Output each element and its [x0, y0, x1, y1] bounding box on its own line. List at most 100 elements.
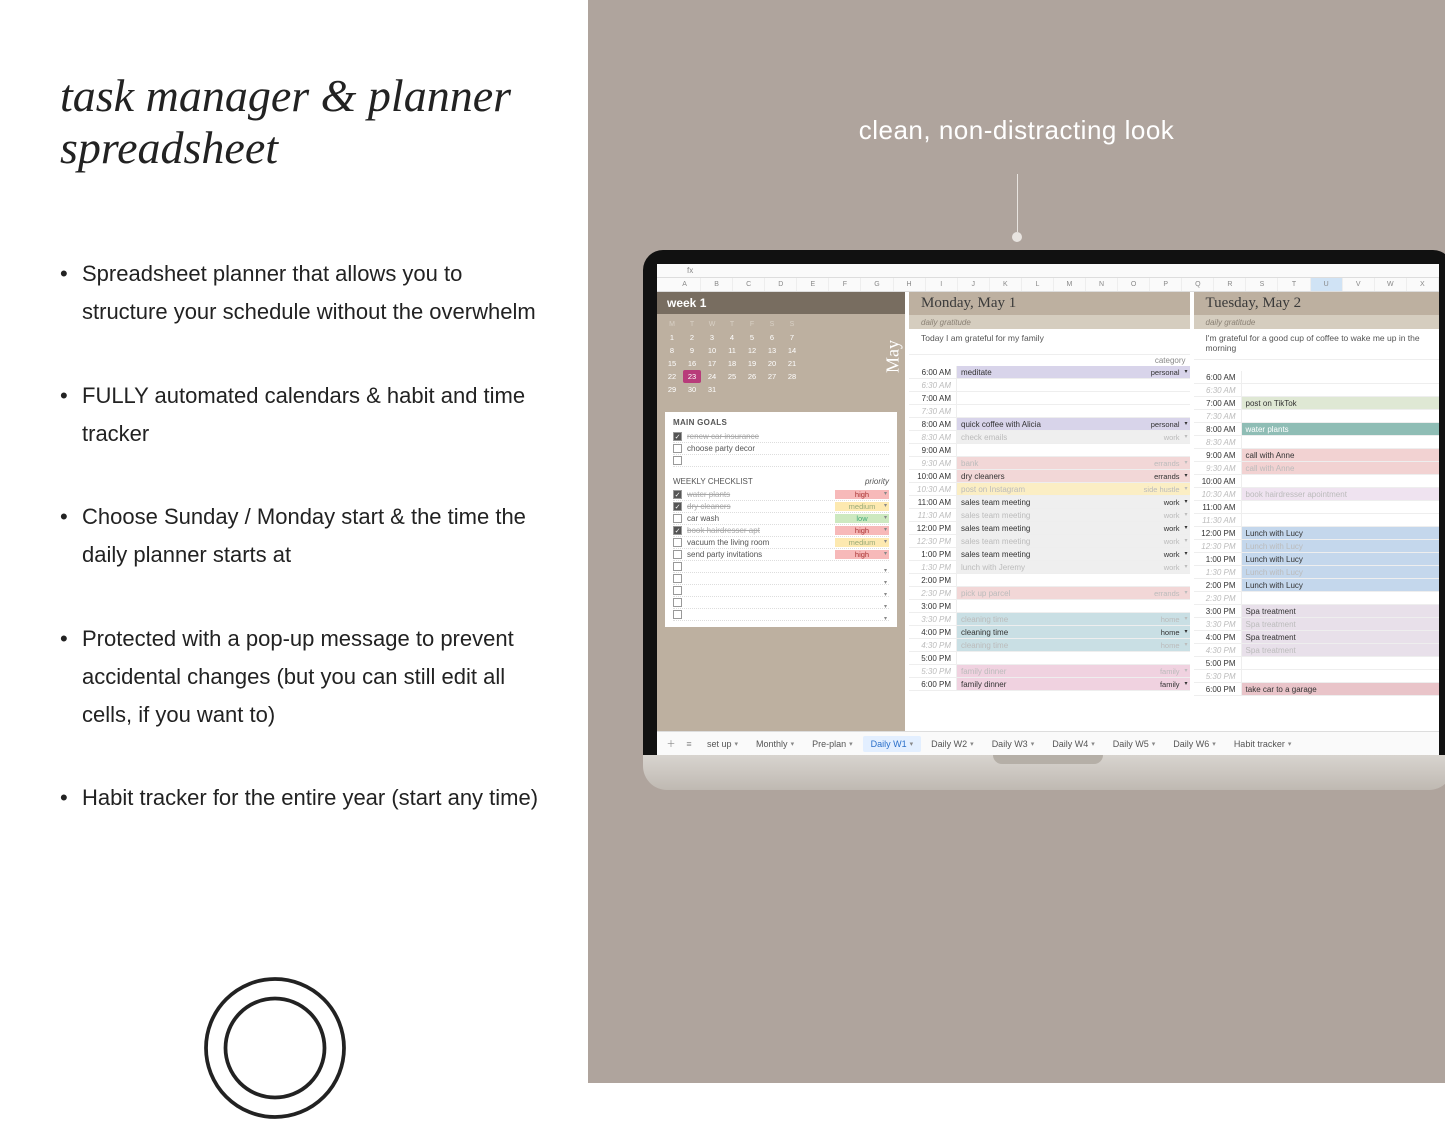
category-select[interactable]: personal	[1132, 366, 1190, 378]
column-header[interactable]: A	[669, 278, 701, 291]
schedule-row[interactable]: 8:00 AMwater plants	[1194, 423, 1439, 436]
schedule-row[interactable]: 11:00 AM	[1194, 501, 1439, 514]
checklist-row[interactable]: choose party decor	[673, 443, 889, 455]
sheet-tab[interactable]: Daily W2▾	[923, 736, 982, 752]
column-header[interactable]: T	[1278, 278, 1310, 291]
task-cell[interactable]: Lunch with Lucy	[1242, 527, 1439, 539]
schedule-row[interactable]: 9:00 AMcall with Anne	[1194, 449, 1439, 462]
schedule-row[interactable]: 1:00 PMsales team meetingwork	[909, 548, 1190, 561]
schedule-row[interactable]: 4:00 PMSpa treatment	[1194, 631, 1439, 644]
schedule-row[interactable]: 4:30 PMSpa treatment	[1194, 644, 1439, 657]
checklist-row[interactable]	[673, 561, 889, 573]
schedule-row[interactable]: 3:30 PMcleaning timehome	[909, 613, 1190, 626]
schedule-row[interactable]: 6:00 AM	[1194, 371, 1439, 384]
checkbox[interactable]	[673, 444, 682, 453]
checklist-row[interactable]: ✓book hairdresser apthigh	[673, 525, 889, 537]
task-cell[interactable]: call with Anne	[1242, 449, 1439, 461]
checklist-row[interactable]	[673, 597, 889, 609]
schedule-row[interactable]: 12:30 PMLunch with Lucy	[1194, 540, 1439, 553]
checklist-row[interactable]: ✓ renew car insurance	[673, 431, 889, 443]
priority-select[interactable]: low	[835, 514, 889, 523]
checkbox[interactable]: ✓	[673, 432, 682, 441]
task-cell[interactable]: Lunch with Lucy	[1242, 540, 1439, 552]
calendar-day[interactable]: 26	[743, 370, 761, 383]
checklist-text[interactable]: renew car insurance	[687, 432, 759, 441]
checklist-row[interactable]: ✓water plantshigh	[673, 489, 889, 501]
schedule-row[interactable]: 2:00 PM	[909, 574, 1190, 587]
calendar-day[interactable]: 19	[743, 357, 761, 370]
task-cell[interactable]: lunch with Jeremy	[957, 561, 1132, 573]
checkbox[interactable]	[673, 550, 682, 559]
task-cell[interactable]: cleaning time	[957, 626, 1132, 638]
checkbox[interactable]	[673, 598, 682, 607]
category-select[interactable]	[1132, 600, 1190, 612]
checklist-row[interactable]	[673, 585, 889, 597]
calendar-day[interactable]: 16	[683, 357, 701, 370]
column-header[interactable]: Q	[1182, 278, 1214, 291]
priority-select[interactable]: high	[835, 526, 889, 535]
column-header[interactable]: P	[1150, 278, 1182, 291]
calendar-day[interactable]: 3	[703, 331, 721, 344]
category-select[interactable]	[1132, 652, 1190, 664]
checkbox[interactable]: ✓	[673, 502, 682, 511]
checkbox[interactable]: ✓	[673, 526, 682, 535]
calendar-day[interactable]: 13	[763, 344, 781, 357]
calendar-day[interactable]: 6	[763, 331, 781, 344]
task-cell[interactable]: bank	[957, 457, 1132, 469]
chevron-down-icon[interactable]: ▾	[1031, 740, 1035, 748]
checklist-text[interactable]: water plants	[687, 490, 730, 499]
checklist-row[interactable]: ✓dry cleanersmedium	[673, 501, 889, 513]
schedule-row[interactable]: 11:00 AMsales team meetingwork	[909, 496, 1190, 509]
calendar-day[interactable]: 27	[763, 370, 781, 383]
column-header[interactable]: J	[958, 278, 990, 291]
checkbox[interactable]	[673, 538, 682, 547]
schedule-row[interactable]: 11:30 AMsales team meetingwork	[909, 509, 1190, 522]
schedule-row[interactable]: 5:00 PM	[1194, 657, 1439, 670]
task-cell[interactable]	[1242, 657, 1439, 669]
priority-select[interactable]: high	[835, 550, 889, 559]
schedule-row[interactable]: 1:00 PMLunch with Lucy	[1194, 553, 1439, 566]
schedule-row[interactable]: 8:00 AMquick coffee with Aliciapersonal	[909, 418, 1190, 431]
task-cell[interactable]: sales team meeting	[957, 509, 1132, 521]
calendar-day[interactable]	[763, 383, 781, 396]
schedule-row[interactable]: 3:30 PMSpa treatment	[1194, 618, 1439, 631]
task-cell[interactable]: Lunch with Lucy	[1242, 579, 1439, 591]
schedule-row[interactable]: 9:30 AMbankerrands	[909, 457, 1190, 470]
task-cell[interactable]: pick up parcel	[957, 587, 1132, 599]
sheet-tab[interactable]: Daily W3▾	[984, 736, 1043, 752]
category-select[interactable]: work	[1132, 431, 1190, 443]
chevron-down-icon[interactable]: ▾	[1288, 740, 1292, 748]
task-cell[interactable]: Lunch with Lucy	[1242, 553, 1439, 565]
checkbox[interactable]	[673, 610, 682, 619]
chevron-down-icon[interactable]: ▾	[791, 740, 795, 748]
category-select[interactable]: work	[1132, 522, 1190, 534]
category-select[interactable]: family	[1132, 678, 1190, 690]
checkbox[interactable]	[673, 562, 682, 571]
column-header[interactable]: G	[861, 278, 893, 291]
calendar-day[interactable]: 29	[663, 383, 681, 396]
category-select[interactable]: errands	[1132, 470, 1190, 482]
task-cell[interactable]	[957, 379, 1132, 391]
task-cell[interactable]	[957, 405, 1132, 417]
schedule-row[interactable]: 8:30 AM	[1194, 436, 1439, 449]
calendar-day[interactable]: 11	[723, 344, 741, 357]
column-header[interactable]: U	[1311, 278, 1343, 291]
checkbox[interactable]	[673, 574, 682, 583]
sheet-tab[interactable]: Pre-plan▾	[804, 736, 861, 752]
calendar-day[interactable]: 22	[663, 370, 681, 383]
task-cell[interactable]	[1242, 384, 1439, 396]
chevron-down-icon[interactable]: ▾	[1091, 740, 1095, 748]
schedule-row[interactable]: 6:00 PMtake car to a garage	[1194, 683, 1439, 696]
task-cell[interactable]: family dinner	[957, 678, 1132, 690]
category-select[interactable]	[1132, 379, 1190, 391]
calendar-day[interactable]: 31	[703, 383, 721, 396]
schedule-row[interactable]: 8:30 AMcheck emailswork	[909, 431, 1190, 444]
schedule-row[interactable]: 1:30 PMlunch with Jeremywork	[909, 561, 1190, 574]
column-header[interactable]: C	[733, 278, 765, 291]
schedule-row[interactable]: 7:00 AM	[909, 392, 1190, 405]
task-cell[interactable]: sales team meeting	[957, 535, 1132, 547]
priority-select[interactable]: medium	[835, 538, 889, 547]
category-select[interactable]	[1132, 574, 1190, 586]
task-cell[interactable]: cleaning time	[957, 639, 1132, 651]
task-cell[interactable]	[1242, 592, 1439, 604]
